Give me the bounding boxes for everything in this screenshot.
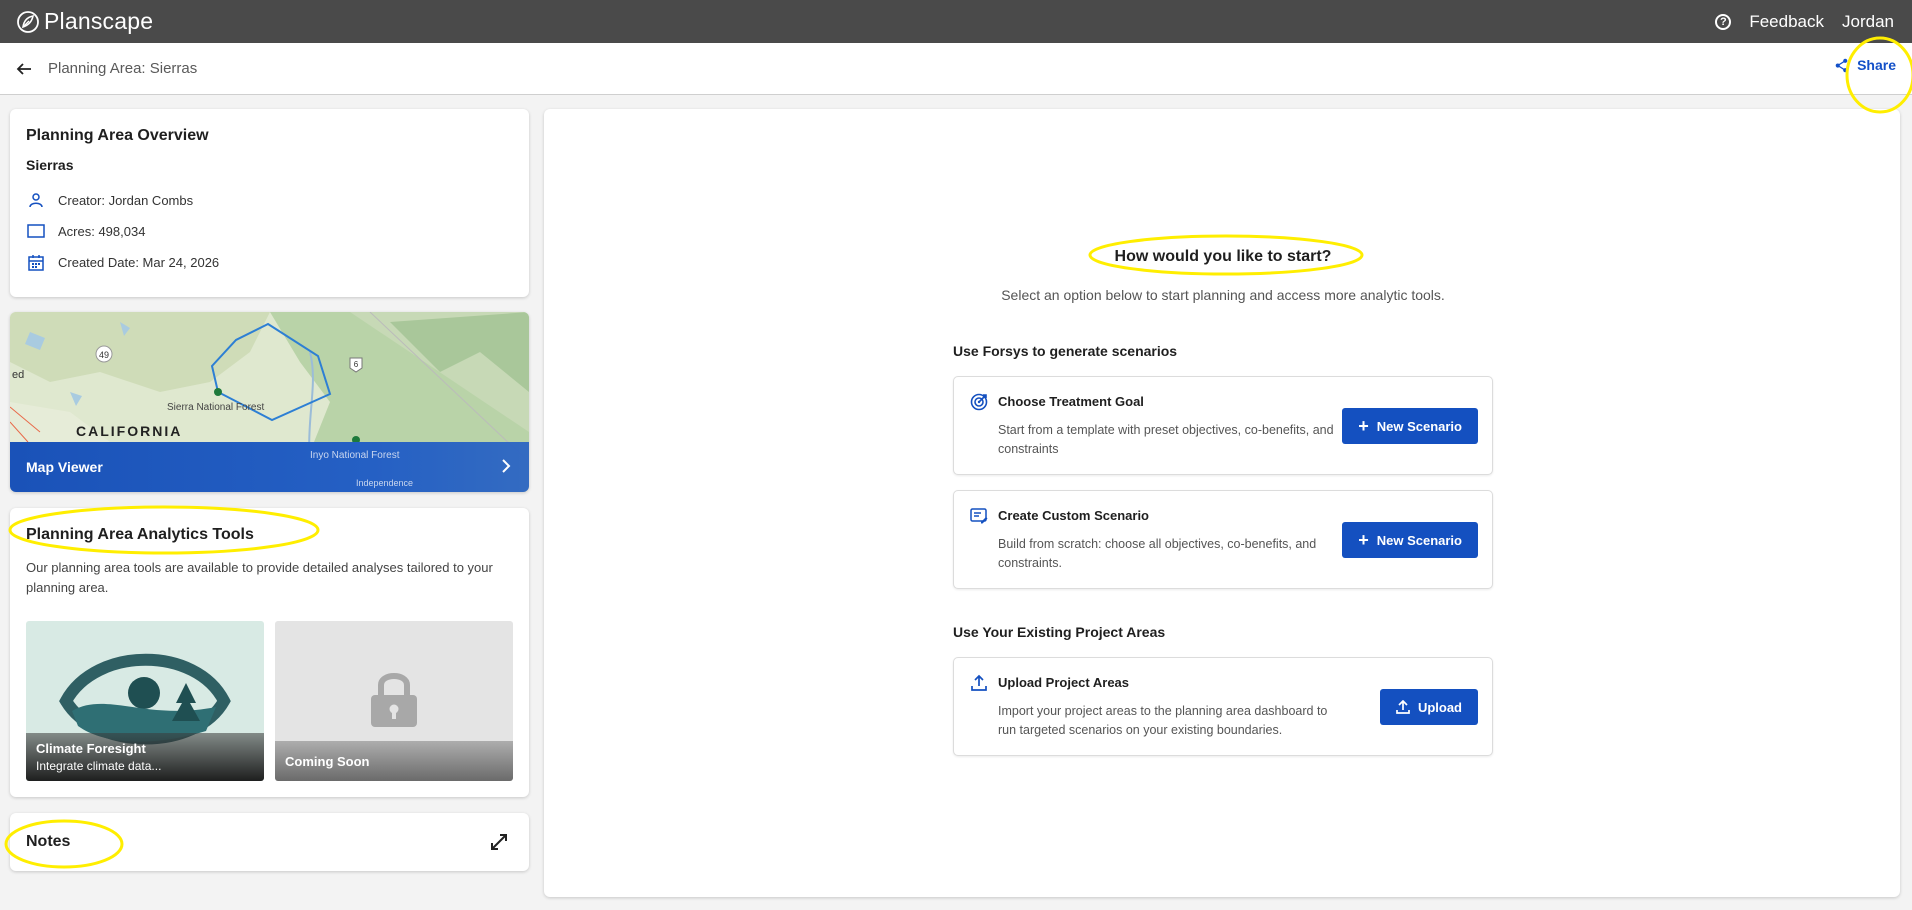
share-label: Share <box>1857 57 1896 73</box>
coming-soon-title: Coming Soon <box>285 753 370 769</box>
svg-text:Sierra National Forest: Sierra National Forest <box>167 402 264 413</box>
start-panel: How would you like to start? Select an o… <box>544 109 1900 897</box>
planning-area-overview-card: Planning Area Overview Sierras Creator: … <box>10 109 529 297</box>
upload-icon <box>1396 700 1410 714</box>
app-logo[interactable]: Planscape <box>16 8 153 35</box>
breadcrumb: Planning Area: Sierras <box>48 60 198 77</box>
creator-row: Creator: Jordan Combs <box>26 191 513 209</box>
map-forest2-label: Inyo National Forest <box>310 450 400 461</box>
upload-project-areas-description: Import your project areas to the plannin… <box>998 704 1328 737</box>
svg-text:ed: ed <box>12 369 24 381</box>
new-scenario-label: New Scenario <box>1376 418 1462 434</box>
new-scenario-label: New Scenario <box>1376 532 1462 548</box>
lock-icon <box>371 673 417 727</box>
user-menu[interactable]: Jordan <box>1842 12 1894 32</box>
plus-icon: + <box>1358 416 1369 436</box>
notes-card[interactable]: Notes <box>10 813 529 871</box>
share-icon <box>1835 58 1848 72</box>
climate-foresight-tile[interactable]: Climate Foresight Integrate climate data… <box>26 621 264 781</box>
coming-soon-tile: Coming Soon <box>275 621 513 781</box>
map-viewer-label: Map Viewer <box>26 459 103 475</box>
climate-foresight-subtitle: Integrate climate data... <box>36 759 162 773</box>
svg-text:CALIFORNIA: CALIFORNIA <box>76 423 182 439</box>
start-subtitle: Select an option below to start planning… <box>1001 287 1445 303</box>
overview-heading: Planning Area Overview <box>26 127 209 144</box>
area-name: Sierras <box>26 157 74 173</box>
map-viewer-card[interactable]: 49 6 ed Sierra National Forest CALIFORNI… <box>10 312 529 492</box>
rectangle-icon <box>26 222 46 240</box>
calendar-icon <box>26 253 46 271</box>
map-town-label: Independence <box>356 478 414 488</box>
creator-text: Creator: Jordan Combs <box>58 192 194 208</box>
help-icon[interactable]: ? <box>1715 13 1732 30</box>
acres-text: Acres: 498,034 <box>58 223 146 239</box>
back-arrow-icon[interactable] <box>14 59 34 79</box>
custom-edit-icon <box>970 508 988 524</box>
new-scenario-button-custom[interactable]: + New Scenario <box>1342 522 1478 558</box>
custom-scenario-title: Create Custom Scenario <box>998 508 1149 523</box>
leaf-logo-icon <box>17 10 39 33</box>
existing-areas-section-heading: Use Your Existing Project Areas <box>953 624 1166 640</box>
upload-button[interactable]: Upload <box>1379 689 1478 725</box>
analytics-tools-card: Planning Area Analytics Tools Our planni… <box>10 508 529 797</box>
treatment-goal-title: Choose Treatment Goal <box>998 394 1144 409</box>
upload-project-areas-title: Upload Project Areas <box>998 675 1130 690</box>
created-date-text: Created Date: Mar 24, 2026 <box>58 254 220 270</box>
analytics-description: Our planning area tools are available to… <box>26 560 493 595</box>
svg-text:49: 49 <box>99 350 109 360</box>
acres-row: Acres: 498,034 <box>26 222 513 240</box>
upload-icon <box>971 674 987 691</box>
feedback-link[interactable]: Feedback <box>1749 12 1824 32</box>
custom-scenario-description: Build from scratch: choose all objective… <box>998 537 1317 570</box>
new-scenario-button-treatment[interactable]: + New Scenario <box>1342 408 1478 444</box>
start-title: How would you like to start? <box>1114 248 1332 265</box>
treatment-goal-option: Choose Treatment Goal Start from a templ… <box>953 376 1493 475</box>
chevron-right-icon <box>502 459 511 473</box>
climate-foresight-caption: Climate Foresight Integrate climate data… <box>26 733 264 781</box>
app-title: Planscape <box>44 8 154 34</box>
top-bar: Planscape ? Feedback Jordan <box>0 0 1912 43</box>
plus-icon: + <box>1358 530 1369 550</box>
svg-text:6: 6 <box>354 360 359 369</box>
target-icon <box>970 393 988 411</box>
coming-soon-caption: Coming Soon <box>275 741 513 781</box>
climate-foresight-title: Climate Foresight <box>36 741 146 756</box>
share-button[interactable]: Share <box>1834 57 1896 73</box>
treatment-goal-description: Start from a template with preset object… <box>998 423 1334 456</box>
map-viewer-link[interactable]: Map Viewer Inyo National Forest Independ… <box>10 442 529 492</box>
upload-label: Upload <box>1417 699 1462 715</box>
created-date-row: Created Date: Mar 24, 2026 <box>26 253 513 271</box>
notes-heading: Notes <box>26 833 71 850</box>
person-icon <box>26 191 46 209</box>
analytics-heading: Planning Area Analytics Tools <box>26 526 254 543</box>
breadcrumb-bar: Planning Area: Sierras Share <box>0 43 1912 95</box>
forsys-section-heading: Use Forsys to generate scenarios <box>953 343 1178 359</box>
upload-project-areas-option: Upload Project Areas Import your project… <box>953 657 1493 756</box>
expand-icon[interactable] <box>489 832 509 852</box>
custom-scenario-option: Create Custom Scenario Build from scratc… <box>953 490 1493 589</box>
